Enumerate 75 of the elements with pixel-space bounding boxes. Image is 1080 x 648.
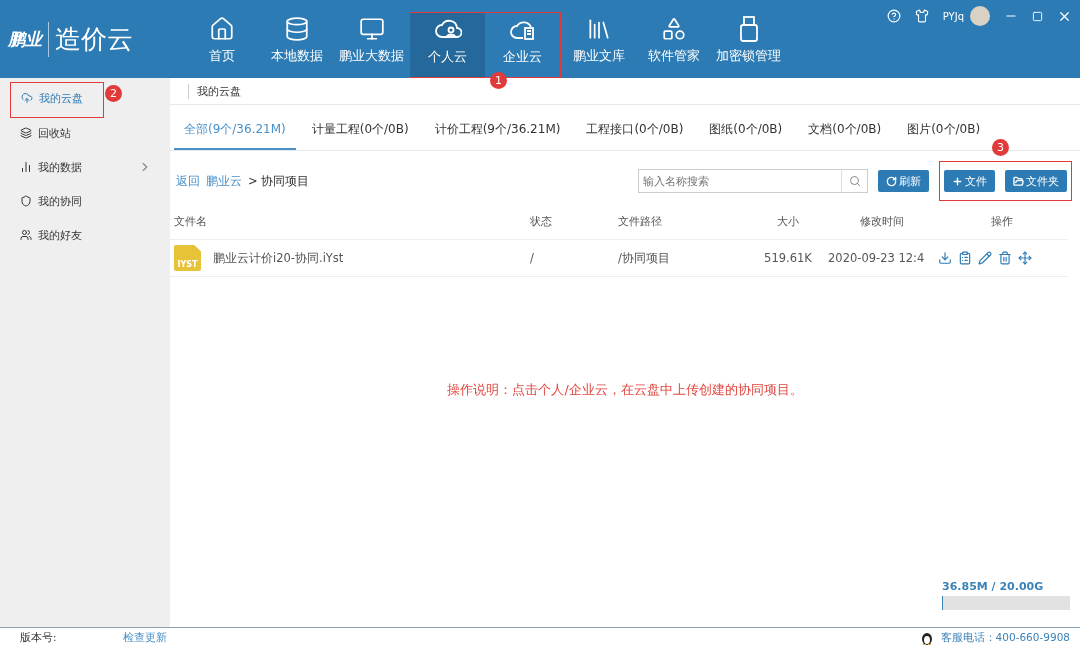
category-tab[interactable]: 计量工程(0个/0B): [301, 109, 419, 150]
home-icon: [208, 16, 235, 42]
callout-number: 3: [992, 139, 1009, 156]
breadcrumb: 我的云盘: [188, 83, 241, 99]
nav-tab[interactable]: 个人云: [410, 13, 485, 77]
logo-brand: 鹏业: [8, 27, 42, 51]
table-cell-text: /协同项目: [618, 250, 671, 266]
database-icon: [283, 16, 310, 42]
users-icon: [20, 229, 32, 241]
column-header: 操作: [990, 215, 1014, 229]
table-cell-text: 2020-09-23 12:4: [828, 251, 926, 265]
sidebar-item[interactable]: 我的好友: [10, 220, 160, 250]
move-icon[interactable]: [1018, 251, 1032, 265]
upload-file-button[interactable]: 文件: [944, 170, 995, 192]
instruction-text: 操作说明：点击个人/企业云，在云盘中上传创建的协同项目。: [446, 382, 804, 399]
category-tab[interactable]: 图纸(0个/0B): [699, 109, 793, 150]
cloud-upload-icon: [21, 92, 33, 104]
callout-number: 2: [105, 85, 122, 102]
version-label: 版本号:: [20, 631, 57, 645]
table-cell-text: /: [530, 251, 535, 265]
sidebar-item[interactable]: 我的数据: [10, 152, 160, 182]
refresh-button[interactable]: 刷新: [878, 170, 929, 192]
trash-icon[interactable]: [998, 251, 1012, 265]
back-link[interactable]: 返回: [176, 173, 200, 189]
help-icon[interactable]: [886, 9, 901, 23]
file-name[interactable]: 鹏业云计价i20-协同.iYst: [213, 250, 344, 266]
category-tab[interactable]: 全部(9个/36.21M): [174, 109, 296, 150]
refresh-icon: [886, 175, 897, 187]
sidebar-item[interactable]: 回收站: [10, 118, 160, 148]
table-cell-text: 519.61K: [763, 251, 813, 265]
shirt-icon[interactable]: [914, 9, 929, 23]
avatar[interactable]: [970, 6, 990, 26]
logo-product: 造价云: [48, 21, 133, 57]
column-header: 文件路径: [618, 215, 663, 229]
usb-drive-icon: [738, 16, 759, 42]
category-tab[interactable]: 工程接口(0个/0B): [576, 109, 694, 150]
category-tab[interactable]: 计价工程(9个/36.21M): [424, 109, 571, 150]
hotline: 客服电话：400-660-9908: [940, 631, 1070, 645]
nav-tab[interactable]: 加密锁管理: [711, 12, 786, 78]
nav-tab[interactable]: 鹏业文库: [561, 12, 636, 78]
column-header: 文件名: [174, 215, 208, 229]
shapes-icon: [660, 16, 687, 42]
search-button[interactable]: [842, 169, 868, 193]
bar-chart-icon: [20, 161, 32, 173]
user-name: PYJq: [942, 10, 964, 22]
folder-icon: [1013, 175, 1024, 187]
pencil-icon[interactable]: [978, 251, 992, 265]
sidebar-item[interactable]: 我的云盘: [11, 83, 103, 113]
category-tab[interactable]: 文档(0个/0B): [798, 109, 892, 150]
nav-tab[interactable]: 鹏业大数据: [334, 12, 409, 78]
storage-usage: 36.85M / 20.00G: [942, 580, 1045, 593]
column-header: 状态: [530, 215, 553, 229]
penguin-icon: [920, 631, 933, 645]
nav-tab[interactable]: 首页: [184, 12, 259, 78]
upload-folder-button[interactable]: 文件夹: [1005, 170, 1067, 192]
category-tab[interactable]: 图片(0个/0B): [897, 109, 991, 150]
check-update-link[interactable]: 检查更新: [122, 631, 167, 645]
path-link[interactable]: 鹏业云: [206, 173, 242, 189]
search-field[interactable]: 输入名称搜索: [638, 169, 842, 193]
monitor-icon: [358, 16, 385, 42]
file-icon: IYST: [174, 245, 201, 271]
column-header: 大小: [776, 215, 800, 229]
layers-icon: [20, 127, 32, 139]
nav-tab[interactable]: 软件管家: [636, 12, 711, 78]
shield-icon: [20, 195, 32, 207]
sidebar-item[interactable]: 我的协同: [10, 186, 160, 216]
column-header: 修改时间: [859, 215, 905, 229]
search-icon: [848, 175, 861, 187]
current-folder: > 协同项目: [248, 173, 310, 189]
download-icon[interactable]: [938, 251, 952, 265]
callout-number: 1: [490, 72, 507, 89]
plus-icon: [952, 175, 963, 187]
maximize-icon[interactable]: [1032, 10, 1043, 22]
nav-tab[interactable]: 本地数据: [259, 12, 334, 78]
clipboard-icon[interactable]: [958, 251, 972, 265]
